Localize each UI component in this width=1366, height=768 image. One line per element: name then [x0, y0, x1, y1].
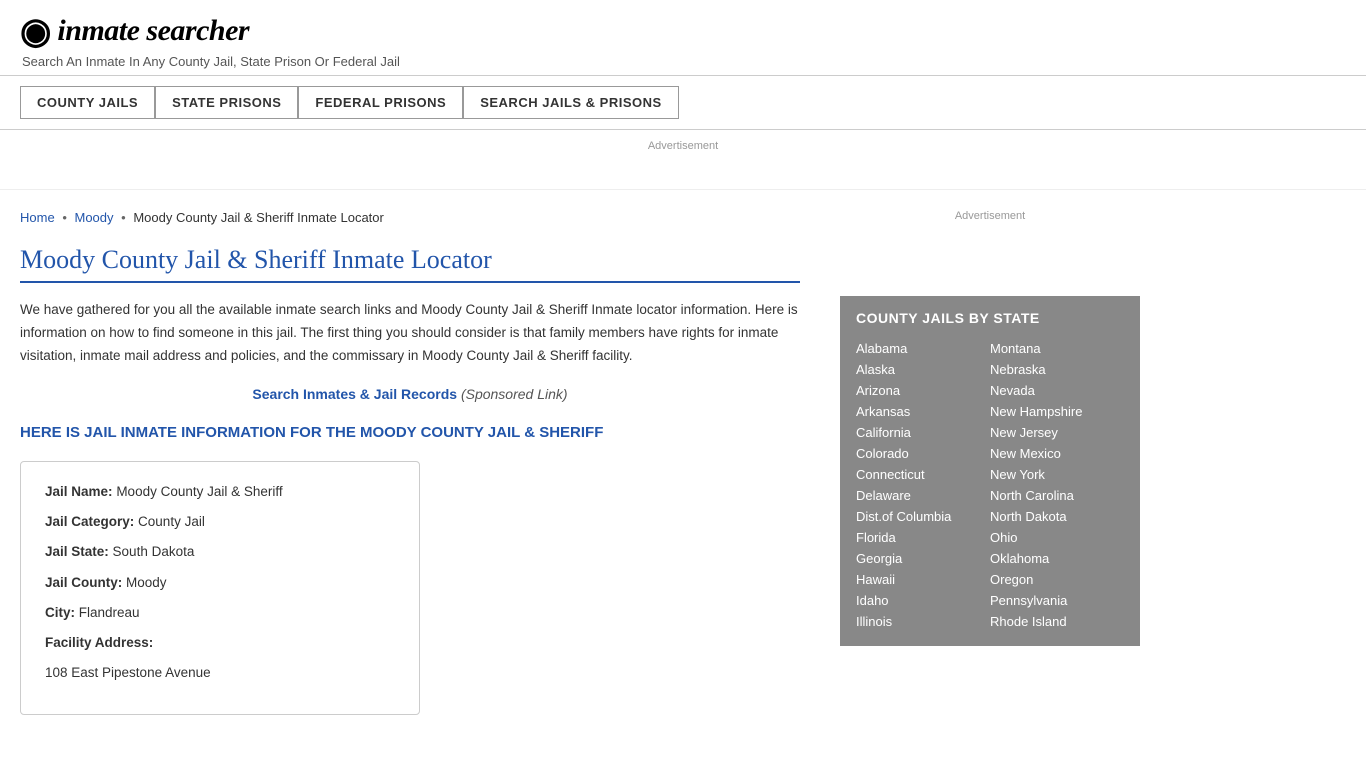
header: ◉ inmate searcher Search An Inmate In An…	[0, 0, 1366, 76]
state-link-georgia[interactable]: Georgia	[856, 548, 990, 569]
description-text: We have gathered for you all the availab…	[20, 299, 800, 368]
state-link-new-mexico[interactable]: New Mexico	[990, 443, 1124, 464]
states-right-col: MontanaNebraskaNevadaNew HampshireNew Je…	[990, 338, 1124, 632]
jail-county-row: Jail County: Moody	[45, 573, 395, 593]
sidebar-ad-label: Advertisement	[955, 210, 1025, 222]
sponsored-link-area: Search Inmates & Jail Records (Sponsored…	[20, 386, 800, 402]
county-jails-button[interactable]: COUNTY JAILS	[20, 86, 155, 119]
state-link-connecticut[interactable]: Connecticut	[856, 464, 990, 485]
breadcrumb: Home • Moody • Moody County Jail & Sheri…	[20, 210, 800, 225]
logo-area: ◉ inmate searcher	[20, 10, 1346, 52]
state-link-florida[interactable]: Florida	[856, 527, 990, 548]
state-link-arkansas[interactable]: Arkansas	[856, 401, 990, 422]
breadcrumb-sep-1: •	[62, 210, 67, 225]
state-link-delaware[interactable]: Delaware	[856, 485, 990, 506]
jails-by-state-panel: COUNTY JAILS BY STATE AlabamaAlaskaArizo…	[840, 296, 1140, 646]
sponsored-link[interactable]: Search Inmates & Jail Records	[252, 386, 457, 402]
state-link-north-carolina[interactable]: North Carolina	[990, 485, 1124, 506]
state-link-oklahoma[interactable]: Oklahoma	[990, 548, 1124, 569]
page-title: Moody County Jail & Sheriff Inmate Locat…	[20, 245, 800, 283]
jail-address-row: Facility Address:	[45, 633, 395, 653]
jail-address-value: 108 East Pipestone Avenue	[45, 665, 211, 680]
logo-text: inmate searcher	[57, 14, 249, 48]
jail-city-row: City: Flandreau	[45, 603, 395, 623]
state-link-alaska[interactable]: Alaska	[856, 359, 990, 380]
main-content: Home • Moody • Moody County Jail & Sheri…	[0, 190, 830, 745]
sidebar-ad-banner: Advertisement	[840, 200, 1140, 280]
jail-state-row: Jail State: South Dakota	[45, 542, 395, 562]
state-link-new-jersey[interactable]: New Jersey	[990, 422, 1124, 443]
jail-category-row: Jail Category: County Jail	[45, 512, 395, 532]
jail-state-value: South Dakota	[113, 544, 195, 559]
breadcrumb-current: Moody County Jail & Sheriff Inmate Locat…	[133, 210, 384, 225]
state-link-idaho[interactable]: Idaho	[856, 590, 990, 611]
jail-county-value: Moody	[126, 575, 167, 590]
state-link-illinois[interactable]: Illinois	[856, 611, 990, 632]
content-area: Home • Moody • Moody County Jail & Sheri…	[0, 190, 1366, 745]
state-prisons-button[interactable]: STATE PRISONS	[155, 86, 298, 119]
jail-city-value: Flandreau	[79, 605, 140, 620]
jail-address-label: Facility Address:	[45, 635, 153, 650]
jail-category-label: Jail Category:	[45, 514, 134, 529]
jail-name-label: Jail Name:	[45, 484, 113, 499]
ad-top-banner: Advertisement	[0, 130, 1366, 190]
jail-address-value-row: 108 East Pipestone Avenue	[45, 663, 395, 683]
states-grid: AlabamaAlaskaArizonaArkansasCaliforniaCo…	[856, 338, 1124, 632]
jail-name-row: Jail Name: Moody County Jail & Sheriff	[45, 482, 395, 502]
jail-city-label: City:	[45, 605, 75, 620]
state-link-rhode-island[interactable]: Rhode Island	[990, 611, 1124, 632]
federal-prisons-button[interactable]: FEDERAL PRISONS	[298, 86, 463, 119]
sidebar: Advertisement COUNTY JAILS BY STATE Alab…	[830, 190, 1150, 745]
state-link-nevada[interactable]: Nevada	[990, 380, 1124, 401]
state-link-montana[interactable]: Montana	[990, 338, 1124, 359]
state-link-alabama[interactable]: Alabama	[856, 338, 990, 359]
jail-name-value: Moody County Jail & Sheriff	[116, 484, 282, 499]
state-link-california[interactable]: California	[856, 422, 990, 443]
sponsored-label: (Sponsored Link)	[461, 386, 568, 402]
state-link-new-york[interactable]: New York	[990, 464, 1124, 485]
state-link-new-hampshire[interactable]: New Hampshire	[990, 401, 1124, 422]
inmate-info-heading: HERE IS JAIL INMATE INFORMATION FOR THE …	[20, 422, 800, 443]
breadcrumb-parent[interactable]: Moody	[75, 210, 114, 225]
breadcrumb-home[interactable]: Home	[20, 210, 55, 225]
search-jails-button[interactable]: SEARCH JAILS & PRISONS	[463, 86, 678, 119]
state-link-oregon[interactable]: Oregon	[990, 569, 1124, 590]
logo-icon: ◉	[20, 10, 51, 52]
tagline: Search An Inmate In Any County Jail, Sta…	[20, 54, 1346, 69]
state-link-arizona[interactable]: Arizona	[856, 380, 990, 401]
jails-by-state-title: COUNTY JAILS BY STATE	[856, 310, 1124, 326]
jail-category-value: County Jail	[138, 514, 205, 529]
state-link-colorado[interactable]: Colorado	[856, 443, 990, 464]
jail-state-label: Jail State:	[45, 544, 109, 559]
nav-bar: COUNTY JAILS STATE PRISONS FEDERAL PRISO…	[0, 76, 1366, 130]
state-link-distof-columbia[interactable]: Dist.of Columbia	[856, 506, 990, 527]
state-link-pennsylvania[interactable]: Pennsylvania	[990, 590, 1124, 611]
state-link-north-dakota[interactable]: North Dakota	[990, 506, 1124, 527]
breadcrumb-sep-2: •	[121, 210, 126, 225]
states-left-col: AlabamaAlaskaArizonaArkansasCaliforniaCo…	[856, 338, 990, 632]
state-link-ohio[interactable]: Ohio	[990, 527, 1124, 548]
info-box: Jail Name: Moody County Jail & Sheriff J…	[20, 461, 420, 715]
state-link-nebraska[interactable]: Nebraska	[990, 359, 1124, 380]
jail-county-label: Jail County:	[45, 575, 122, 590]
state-link-hawaii[interactable]: Hawaii	[856, 569, 990, 590]
ad-top-label: Advertisement	[648, 140, 718, 152]
